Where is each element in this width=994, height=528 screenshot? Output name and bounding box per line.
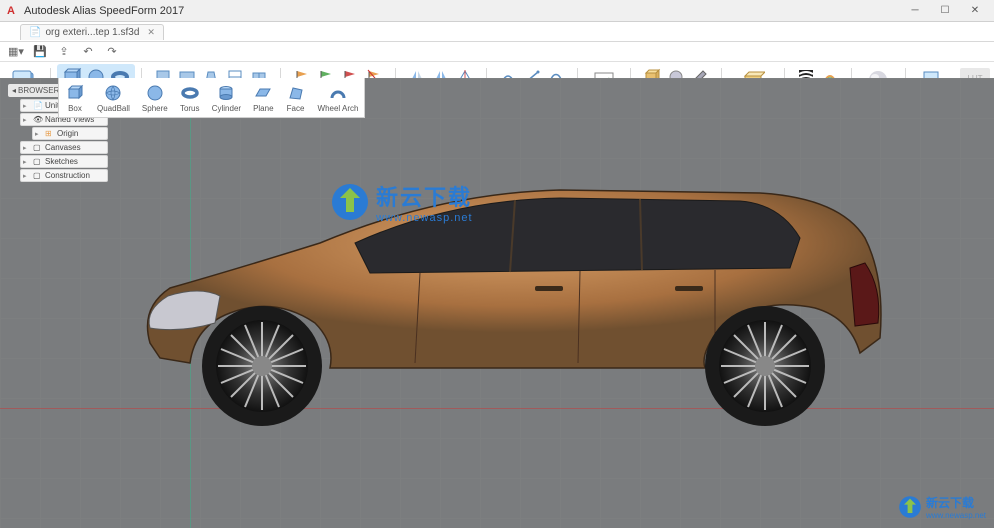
watermark-text-cn: 新云下载 <box>376 180 473 212</box>
watermark-corner-url: www.newasp.net <box>926 511 986 520</box>
primitive-face[interactable]: Face <box>280 78 312 117</box>
window-controls: ─ ☐ ✕ <box>900 2 990 20</box>
quadball-label: QuadBall <box>97 104 130 113</box>
car-model <box>120 168 900 428</box>
box-label: Box <box>68 104 82 113</box>
document-tab[interactable]: 📄 org exteri...tep 1.sf3d ✕ <box>20 24 164 40</box>
close-button[interactable]: ✕ <box>960 2 990 20</box>
maximize-button[interactable]: ☐ <box>930 2 960 20</box>
torus-label: Torus <box>180 104 200 113</box>
primitive-plane[interactable]: Plane <box>247 78 279 117</box>
browser-node-sketches[interactable]: ▸▢Sketches <box>20 155 108 168</box>
viewport-3d[interactable] <box>0 78 994 528</box>
watermark-corner: 新云下载 www.newasp.net <box>898 494 986 520</box>
titlebar: A Autodesk Alias SpeedForm 2017 ─ ☐ ✕ <box>0 0 994 22</box>
cylinder-label: Cylinder <box>212 104 241 113</box>
box-icon <box>65 83 85 103</box>
primitives-subribbon: Box QuadBall Sphere Torus Cylinder Plane… <box>58 78 365 118</box>
primitive-torus[interactable]: Torus <box>174 78 206 117</box>
browser-node-origin[interactable]: ▸⊞Origin <box>32 127 108 140</box>
face-icon <box>286 83 306 103</box>
document-tabbar: 📄 org exteri...tep 1.sf3d ✕ <box>0 22 994 42</box>
window-title: Autodesk Alias SpeedForm 2017 <box>24 5 900 17</box>
watermark-logo-icon <box>330 182 370 222</box>
sphere-label: Sphere <box>142 104 168 113</box>
primitive-sphere[interactable]: Sphere <box>136 78 174 117</box>
torus-icon <box>180 83 200 103</box>
sphere-icon <box>145 83 165 103</box>
plane-icon <box>253 83 273 103</box>
document-tab-label: org exteri...tep 1.sf3d <box>45 27 139 38</box>
primitive-wheel-arch[interactable]: Wheel Arch <box>312 78 365 117</box>
app-icon: A <box>4 4 18 18</box>
export-button[interactable]: ⇪ <box>56 44 72 60</box>
wheel-arch-icon <box>328 83 348 103</box>
undo-button[interactable]: ↶ <box>80 44 96 60</box>
save-button[interactable]: 💾 <box>32 44 48 60</box>
cylinder-icon <box>216 83 236 103</box>
redo-button[interactable]: ↷ <box>104 44 120 60</box>
watermark-text-url: www.newasp.net <box>376 212 473 224</box>
watermark-center: 新云下载 www.newasp.net <box>330 180 473 224</box>
primitive-quadball[interactable]: QuadBall <box>91 78 136 117</box>
primitive-box[interactable]: Box <box>59 78 91 117</box>
wheel-arch-label: Wheel Arch <box>318 104 359 113</box>
quadball-icon <box>103 83 123 103</box>
watermark-corner-logo-icon <box>898 495 922 519</box>
file-icon: 📄 <box>29 27 41 38</box>
quick-access-toolbar: ▦▾ 💾 ⇪ ↶ ↷ <box>0 42 994 62</box>
close-tab-icon[interactable]: ✕ <box>147 27 155 38</box>
watermark-corner-cn: 新云下载 <box>926 494 986 511</box>
face-label: Face <box>287 104 305 113</box>
primitive-cylinder[interactable]: Cylinder <box>206 78 247 117</box>
minimize-button[interactable]: ─ <box>900 2 930 20</box>
plane-label: Plane <box>253 104 273 113</box>
file-menu-button[interactable]: ▦▾ <box>8 44 24 60</box>
browser-node-construction[interactable]: ▸▢Construction <box>20 169 108 182</box>
browser-node-canvases[interactable]: ▸▢Canvases <box>20 141 108 154</box>
